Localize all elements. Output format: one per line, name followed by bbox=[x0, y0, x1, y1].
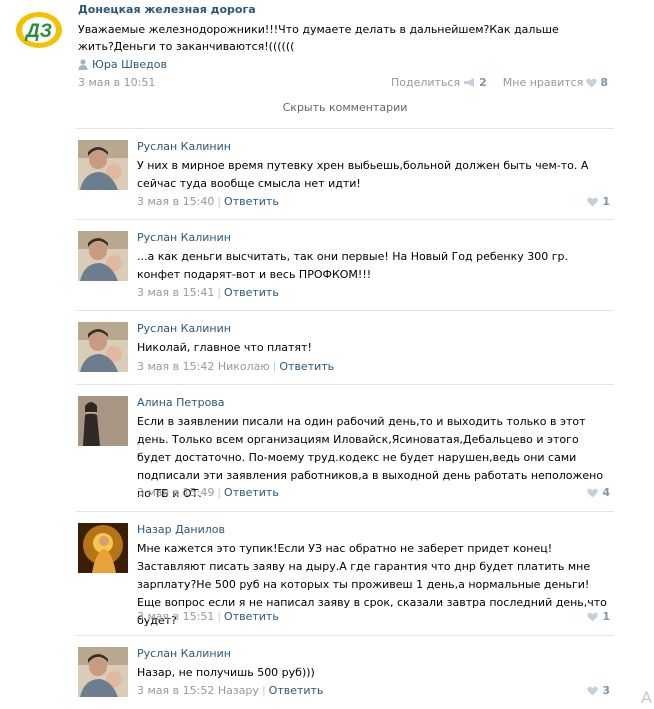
reply-link[interactable]: Ответить bbox=[224, 486, 279, 499]
comment-author-link[interactable]: Руслан Калинин bbox=[137, 322, 231, 335]
avatar[interactable] bbox=[78, 140, 128, 190]
comment-date[interactable]: 3 мая в 15:40 bbox=[137, 195, 214, 208]
comment-date[interactable]: 3 мая в 15:41 bbox=[137, 286, 214, 299]
post-author[interactable]: Юра Шведов bbox=[78, 58, 167, 71]
comment-text: Назар, не получишь 500 руб))) bbox=[137, 666, 315, 679]
comment: Алина Петрова Если в заявлении писали на… bbox=[76, 384, 614, 511]
comment-author-link[interactable]: Руслан Калинин bbox=[137, 647, 231, 660]
comment-like-button[interactable]: 1 bbox=[587, 195, 610, 208]
heart-icon bbox=[587, 488, 599, 497]
comment-meta: 3 мая в 15:51 | Ответить bbox=[137, 610, 279, 623]
heart-icon bbox=[587, 612, 599, 621]
comment-meta: 3 мая в 15:41 | Ответить bbox=[137, 286, 279, 299]
like-label: Мне нравится bbox=[502, 76, 584, 89]
heart-icon bbox=[586, 78, 598, 87]
person-icon bbox=[78, 59, 88, 70]
post-actions: Поделиться 2 Мне нравится 8 bbox=[391, 76, 608, 89]
comment-like-button[interactable]: 4 bbox=[587, 486, 610, 499]
comment-like-count: 3 bbox=[602, 684, 610, 697]
share-button[interactable]: Поделиться 2 bbox=[391, 76, 487, 89]
megaphone-icon bbox=[464, 78, 475, 87]
group-name-link[interactable]: Донецкая железная дорога bbox=[78, 3, 256, 16]
comment: Назар Данилов Мне кажется это тупик!Если… bbox=[76, 511, 614, 635]
comment-date[interactable]: 3 мая в 15:52 bbox=[137, 684, 214, 697]
comment-meta: 3 мая в 15:42 Николаю | Ответить bbox=[137, 360, 335, 373]
like-count: 8 bbox=[600, 76, 608, 89]
share-count: 2 bbox=[479, 76, 487, 89]
avatar[interactable] bbox=[78, 322, 128, 372]
comment-date[interactable]: 3 мая в 15:42 bbox=[137, 360, 214, 373]
hide-comments-link[interactable]: Скрыть комментарии bbox=[76, 101, 614, 120]
comment-text: Николай, главное что платят! bbox=[137, 341, 312, 354]
avatar[interactable] bbox=[78, 523, 128, 573]
reply-link[interactable]: Ответить bbox=[224, 610, 279, 623]
avatar[interactable] bbox=[78, 231, 128, 281]
comment-like-count: 4 bbox=[602, 486, 610, 499]
post-author-name[interactable]: Юра Шведов bbox=[92, 58, 167, 71]
reply-link[interactable]: Ответить bbox=[269, 684, 324, 697]
comment: Руслан Калинин Николай, главное что плат… bbox=[76, 310, 614, 384]
comment-text: ...а как деньги высчитать, так они первы… bbox=[137, 250, 569, 281]
comment-author-link[interactable]: Алина Петрова bbox=[137, 396, 225, 409]
comment: Руслан Калинин ...а как деньги высчитать… bbox=[76, 219, 614, 310]
comment-date[interactable]: 3 мая в 15:51 bbox=[137, 610, 214, 623]
heart-icon bbox=[587, 686, 599, 695]
heart-icon bbox=[587, 197, 599, 206]
like-button[interactable]: Мне нравится 8 bbox=[503, 76, 608, 89]
comment-like-button[interactable]: 1 bbox=[587, 610, 610, 623]
reply-link[interactable]: Ответить bbox=[224, 195, 279, 208]
logo-letters: ДЗ bbox=[24, 21, 52, 42]
comment-meta: 3 мая в 15:49 | Ответить bbox=[137, 486, 279, 499]
comment-author-link[interactable]: Назар Данилов bbox=[137, 523, 225, 536]
comment-date[interactable]: 3 мая в 15:49 bbox=[137, 486, 214, 499]
comment-author-link[interactable]: Руслан Калинин bbox=[137, 140, 231, 153]
reply-to[interactable]: Николаю bbox=[218, 360, 270, 373]
comment-meta: 3 мая в 15:52 Назару | Ответить bbox=[137, 684, 324, 697]
comment-like-count: 1 bbox=[602, 195, 610, 208]
reply-link[interactable]: Ответить bbox=[279, 360, 334, 373]
post-text: Уважаемые железнодорожники!!!Что думаете… bbox=[78, 23, 559, 53]
comment: Руслан Калинин У них в мирное время путе… bbox=[76, 128, 614, 219]
comment-like-button[interactable]: 3 bbox=[587, 684, 610, 697]
reply-to[interactable]: Назару bbox=[218, 684, 259, 697]
comment: Руслан Калинин Назар, не получишь 500 ру… bbox=[76, 635, 614, 709]
wall-post: ДЗ Донецкая железная дорога Уважаемые же… bbox=[0, 0, 654, 95]
corner-glyph: А bbox=[641, 688, 652, 707]
comment-author-link[interactable]: Руслан Калинин bbox=[137, 231, 231, 244]
group-logo[interactable]: ДЗ bbox=[14, 8, 64, 50]
avatar[interactable] bbox=[78, 647, 128, 697]
share-label: Поделиться bbox=[390, 76, 461, 89]
post-date[interactable]: 3 мая в 10:51 bbox=[78, 76, 155, 89]
reply-link[interactable]: Ответить bbox=[224, 286, 279, 299]
comment-meta: 3 мая в 15:40 | Ответить bbox=[137, 195, 279, 208]
comment-text: У них в мирное время путевку хрен выбьеш… bbox=[137, 159, 589, 190]
avatar[interactable] bbox=[78, 396, 128, 446]
comment-like-count: 1 bbox=[602, 610, 610, 623]
